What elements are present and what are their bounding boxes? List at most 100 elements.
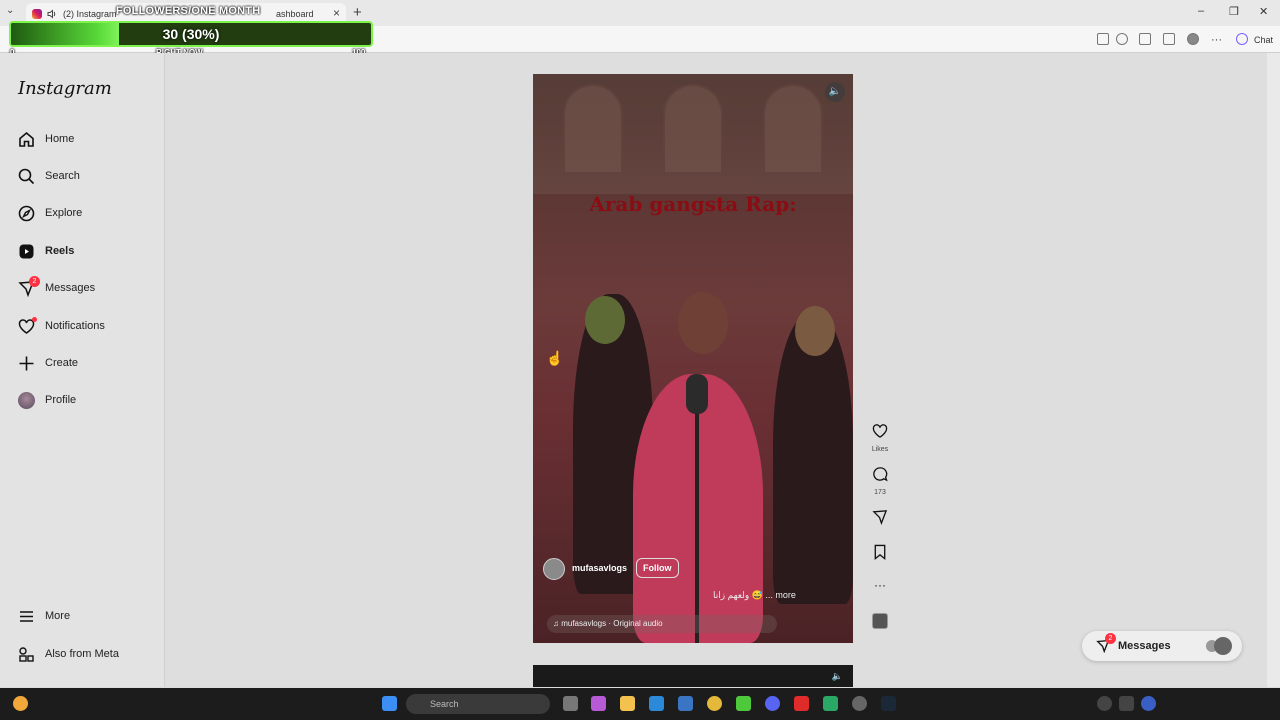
- reel-description[interactable]: ولعهم زانا 😅 ... more: [713, 590, 796, 601]
- sidebar-item-label: Notifications: [45, 320, 105, 332]
- sidebar-item-label: Reels: [45, 245, 75, 257]
- save-button[interactable]: [870, 544, 890, 565]
- messages-badge: 2: [1105, 633, 1116, 644]
- sidebar-item-messages[interactable]: 2 Messages: [18, 275, 96, 300]
- sidebar-item-label: Profile: [45, 394, 77, 406]
- author-avatar[interactable]: [543, 558, 565, 580]
- reel-caption: Arab gangsta Rap:: [589, 192, 797, 216]
- messages-label: Messages: [1118, 640, 1171, 652]
- chat-button[interactable]: Chat: [1254, 35, 1273, 45]
- comment-button[interactable]: 173: [870, 466, 890, 496]
- split-screen-icon[interactable]: [1097, 33, 1109, 45]
- copilot-icon[interactable]: [1236, 33, 1248, 45]
- new-tab-icon[interactable]: +: [353, 4, 362, 21]
- messages-pill[interactable]: 2 Messages: [1082, 631, 1242, 661]
- instagram-logo[interactable]: Instagram: [18, 78, 112, 99]
- spreadsheet-icon[interactable]: [823, 696, 838, 711]
- close-window-icon[interactable]: ✕: [1259, 5, 1268, 18]
- sidebar-item-more[interactable]: More: [18, 604, 70, 628]
- share-button[interactable]: [870, 509, 890, 530]
- windows-taskbar: Search: [0, 688, 1280, 720]
- file-explorer-icon[interactable]: [620, 696, 635, 711]
- heart-icon: [872, 424, 888, 438]
- sidebar-item-label: Messages: [45, 282, 96, 294]
- followers-goal-title: FOLLOWERS/ONE MONTH: [116, 5, 261, 17]
- sidebar-item-also-from-meta[interactable]: Also from Meta: [18, 642, 119, 666]
- rapper-head: [678, 292, 728, 354]
- sidebar-item-label: Create: [45, 357, 79, 369]
- heart-icon: [18, 316, 37, 335]
- messages-badge: 2: [29, 275, 40, 287]
- search-icon: [18, 168, 35, 185]
- likes-label: Likes: [871, 446, 889, 453]
- volume-icon[interactable]: 🔈: [825, 82, 845, 102]
- weather-icon[interactable]: [13, 696, 28, 711]
- favorite-star-icon[interactable]: [1116, 33, 1128, 45]
- reel-video[interactable]: Arab gangsta Rap: 🔈 mufasavlogs Follow و…: [533, 74, 853, 643]
- sidebar-item-notifications[interactable]: Notifications: [18, 314, 105, 338]
- followers-progress-value: 30 (30%): [162, 26, 220, 42]
- masked-head: [585, 296, 625, 344]
- sidebar-item-search[interactable]: Search: [18, 164, 80, 188]
- more-options-icon[interactable]: ···: [1211, 34, 1222, 46]
- next-reel-preview[interactable]: 🔈: [533, 665, 853, 687]
- author-name[interactable]: mufasavlogs: [572, 563, 627, 573]
- chrome-icon[interactable]: [707, 696, 722, 711]
- taskbar-search[interactable]: Search: [406, 694, 550, 714]
- tab-title: (2) Instagram: [63, 9, 117, 19]
- minimize-icon[interactable]: –: [1198, 5, 1204, 17]
- tray-icon[interactable]: [1097, 696, 1112, 711]
- meta-apps-icon: [18, 646, 35, 663]
- steam-icon[interactable]: [881, 696, 896, 711]
- share-icon: [872, 510, 888, 526]
- like-button[interactable]: Likes: [870, 423, 890, 453]
- sidebar-item-home[interactable]: Home: [18, 127, 74, 151]
- home-icon: [18, 131, 35, 148]
- edge-icon[interactable]: [649, 696, 664, 711]
- messenger-icon: 2: [18, 275, 40, 297]
- microphone-icon[interactable]: [1141, 696, 1156, 711]
- task-view-icon[interactable]: [563, 696, 578, 711]
- collections-icon[interactable]: [1163, 33, 1175, 45]
- sidebar-item-create[interactable]: Create: [18, 351, 78, 375]
- widgets-icon[interactable]: [591, 696, 606, 711]
- volume-icon[interactable]: 🔈: [832, 671, 843, 682]
- close-tab-icon[interactable]: ×: [333, 6, 340, 20]
- scrollbar[interactable]: [1267, 53, 1280, 687]
- extensions-icon[interactable]: [1139, 33, 1151, 45]
- tray-icon[interactable]: [1119, 696, 1134, 711]
- masked-head: [795, 306, 835, 356]
- tab-dropdown-icon[interactable]: ⌄: [6, 5, 14, 16]
- more-options-icon[interactable]: ···: [870, 578, 890, 592]
- menu-icon: [18, 608, 35, 625]
- plus-icon: [18, 355, 35, 372]
- sidebar-item-profile[interactable]: Profile: [18, 388, 76, 412]
- sidebar-item-label: More: [45, 610, 71, 622]
- sidebar-item-explore[interactable]: Explore: [18, 201, 82, 225]
- store-icon[interactable]: [678, 696, 693, 711]
- comments-count: 173: [874, 489, 886, 496]
- obs-icon[interactable]: [852, 696, 867, 711]
- compass-icon: [18, 205, 35, 222]
- speaker-icon[interactable]: [47, 9, 57, 19]
- avatar: [18, 391, 35, 409]
- restore-icon[interactable]: ❐: [1229, 5, 1239, 18]
- follow-button[interactable]: Follow: [636, 558, 679, 578]
- sidebar-item-label: Search: [45, 170, 80, 182]
- audio-thumbnail[interactable]: [872, 613, 888, 629]
- sidebar-item-label: Also from Meta: [45, 648, 119, 660]
- instagram-favicon-icon: [32, 9, 42, 19]
- sidebar-item-label: Explore: [45, 207, 83, 219]
- discord-icon[interactable]: [765, 696, 780, 711]
- youtube-icon[interactable]: [794, 696, 809, 711]
- profile-avatar[interactable]: [1187, 33, 1199, 45]
- notification-dot: [32, 316, 37, 322]
- windows-start-icon[interactable]: [382, 696, 397, 711]
- microphone: [686, 374, 708, 414]
- sidebar-item-label: Home: [45, 133, 75, 145]
- sidebar-item-reels[interactable]: Reels: [18, 239, 74, 263]
- kick-icon[interactable]: [736, 696, 751, 711]
- tab-title-secondary: ashboard: [276, 9, 314, 19]
- wall-arch: [763, 84, 823, 174]
- audio-track[interactable]: ♫ mufasavlogs · Original audio: [547, 615, 777, 633]
